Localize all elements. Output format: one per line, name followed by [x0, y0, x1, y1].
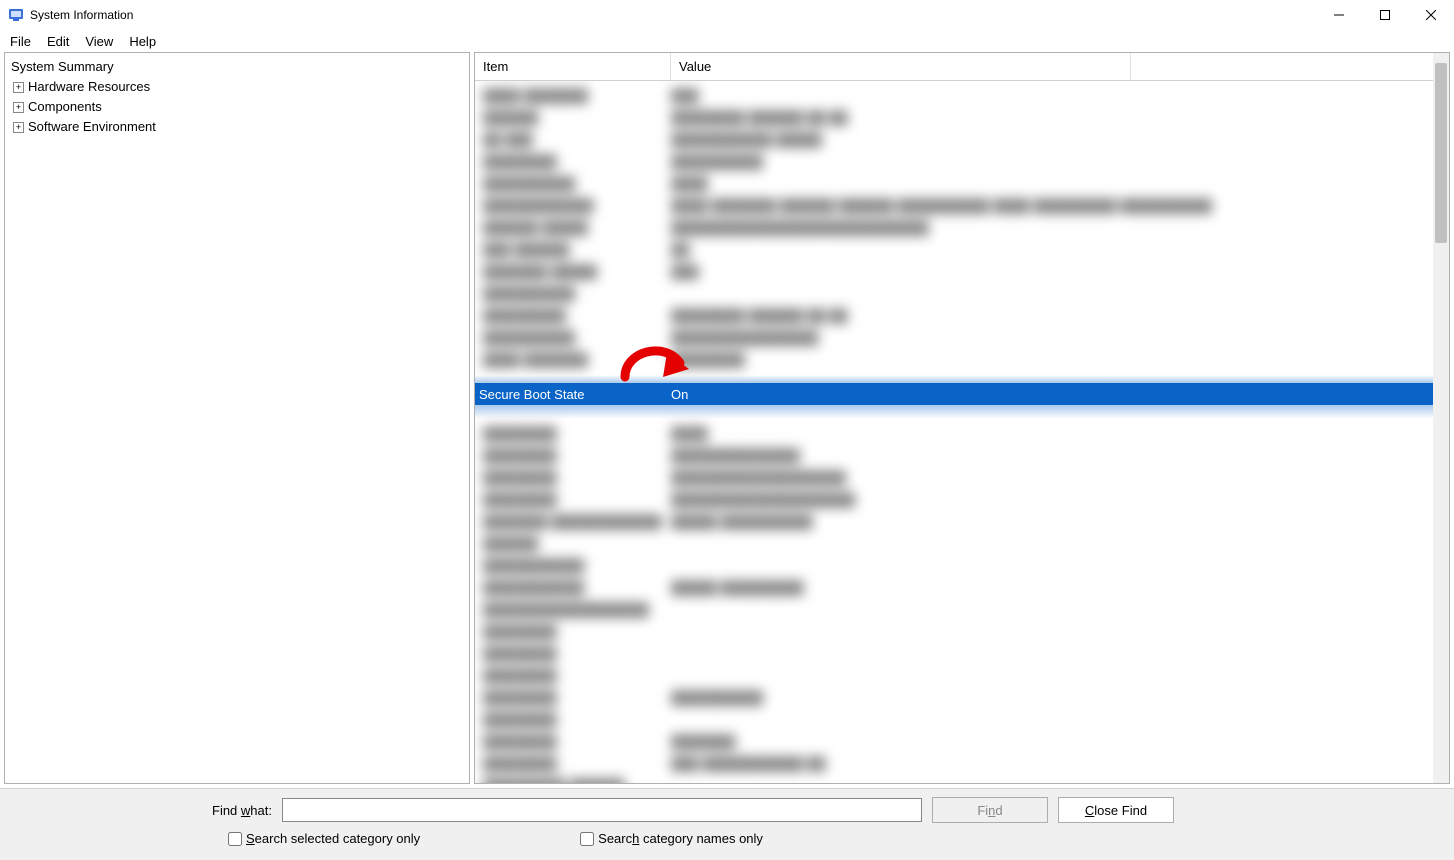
- menu-view[interactable]: View: [77, 32, 121, 51]
- expand-icon[interactable]: +: [13, 122, 24, 133]
- scrollbar[interactable]: [1433, 53, 1449, 783]
- selection-glow: [475, 375, 1449, 383]
- category-tree[interactable]: System Summary + Hardware Resources + Co…: [5, 53, 469, 141]
- tree-item-label: Components: [28, 97, 102, 117]
- window-title: System Information: [30, 8, 133, 22]
- menu-file[interactable]: File: [2, 32, 39, 51]
- tree-item-components[interactable]: + Components: [11, 97, 463, 117]
- find-bar: Find what: Find Close Find Search select…: [0, 788, 1454, 860]
- selected-row-item: Secure Boot State: [475, 387, 671, 402]
- details-panel: Item Value ████ ██████████ █████████████…: [474, 52, 1450, 784]
- close-find-button[interactable]: Close Find: [1058, 797, 1174, 823]
- titlebar: System Information: [0, 0, 1454, 30]
- menubar: File Edit View Help: [0, 30, 1454, 52]
- checkbox-input[interactable]: [228, 832, 242, 846]
- content-area: System Summary + Hardware Resources + Co…: [0, 52, 1454, 788]
- menu-edit[interactable]: Edit: [39, 32, 77, 51]
- close-button[interactable]: [1408, 0, 1454, 30]
- maximize-button[interactable]: [1362, 0, 1408, 30]
- scrollbar-thumb[interactable]: [1435, 63, 1447, 243]
- search-category-names-checkbox[interactable]: Search category names only: [580, 831, 763, 846]
- find-input[interactable]: [282, 798, 922, 822]
- list-header: Item Value: [475, 53, 1449, 81]
- tree-item-label: Software Environment: [28, 117, 156, 137]
- category-tree-panel: System Summary + Hardware Resources + Co…: [4, 52, 470, 784]
- expand-icon[interactable]: +: [13, 102, 24, 113]
- selection-glow: [475, 405, 1449, 419]
- search-selected-category-checkbox[interactable]: Search selected category only: [228, 831, 420, 846]
- window-controls: [1316, 0, 1454, 30]
- list-body[interactable]: ████ ██████████ ██████████████ ██████ ██…: [475, 81, 1449, 783]
- checkbox-input[interactable]: [580, 832, 594, 846]
- blurred-rows-above: ████ ██████████ ██████████████ ██████ ██…: [475, 81, 1449, 375]
- column-header-spacer: [1131, 53, 1449, 80]
- find-label: Find what:: [212, 803, 272, 818]
- checkbox-label: Search category names only: [598, 831, 763, 846]
- menu-help[interactable]: Help: [121, 32, 164, 51]
- selected-row-value: On: [671, 387, 688, 402]
- find-button[interactable]: Find: [932, 797, 1048, 823]
- app-icon: [8, 7, 24, 23]
- expand-icon[interactable]: +: [13, 82, 24, 93]
- tree-item-label: Hardware Resources: [28, 77, 150, 97]
- tree-root[interactable]: System Summary: [11, 57, 463, 77]
- selected-row-secure-boot[interactable]: Secure Boot State On: [475, 383, 1449, 405]
- tree-item-hardware-resources[interactable]: + Hardware Resources: [11, 77, 463, 97]
- tree-item-software-environment[interactable]: + Software Environment: [11, 117, 463, 137]
- checkbox-label: Search selected category only: [246, 831, 420, 846]
- column-header-item[interactable]: Item: [475, 53, 671, 80]
- blurred-rows-below: ████████████ ██████████████████████ ████…: [475, 419, 1449, 783]
- minimize-button[interactable]: [1316, 0, 1362, 30]
- column-header-value[interactable]: Value: [671, 53, 1131, 80]
